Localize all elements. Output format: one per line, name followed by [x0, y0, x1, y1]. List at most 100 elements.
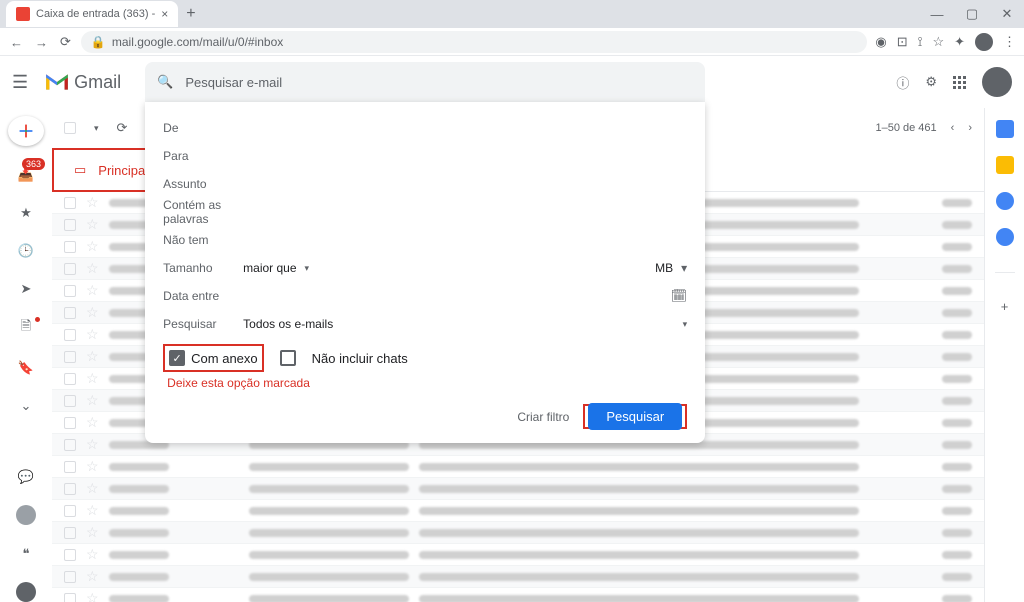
help-icon[interactable]: ⓘ — [896, 73, 909, 92]
star-icon[interactable]: ☆ — [86, 480, 99, 497]
star-icon[interactable]: ☆ — [86, 326, 99, 343]
keep-app-icon[interactable] — [996, 156, 1014, 174]
sidebar-hangouts[interactable]: ❝ — [10, 544, 42, 564]
search-in-dropdown[interactable]: Todos os e-mails — [243, 317, 333, 331]
browser-menu-icon[interactable]: ⋮ — [1003, 34, 1016, 50]
star-icon[interactable]: ☆ — [86, 436, 99, 453]
create-filter-button[interactable]: Criar filtro — [517, 410, 569, 424]
size-unit-dropdown[interactable]: MB — [655, 261, 673, 275]
back-button[interactable]: ← — [8, 33, 25, 52]
star-icon[interactable]: ☆ — [86, 304, 99, 321]
browser-tab[interactable]: Caixa de entrada (363) - × — [6, 1, 178, 27]
star-icon[interactable]: ☆ — [86, 260, 99, 277]
tasks-app-icon[interactable] — [996, 192, 1014, 210]
star-icon[interactable]: ☆ — [86, 216, 99, 233]
extensions-icon[interactable]: ✦ — [954, 34, 965, 50]
star-icon[interactable]: ☆ — [86, 524, 99, 541]
url-bar[interactable]: 🔒 mail.google.com/mail/u/0/#inbox — [81, 31, 867, 53]
row-checkbox[interactable] — [64, 373, 76, 385]
row-checkbox[interactable] — [64, 285, 76, 297]
star-icon[interactable]: ☆ — [86, 546, 99, 563]
chevron-down-icon[interactable]: ▾ — [305, 263, 310, 274]
account-avatar[interactable] — [982, 67, 1012, 97]
add-app-button[interactable]: + — [1001, 299, 1009, 314]
star-icon[interactable]: ☆ — [86, 348, 99, 365]
apps-grid-icon[interactable] — [953, 76, 966, 89]
maximize-button[interactable]: ▢ — [955, 0, 989, 28]
sidebar-chat[interactable]: 💬 — [10, 467, 42, 487]
minimize-button[interactable]: — — [920, 0, 954, 28]
extension-icon[interactable]: ⟟ — [918, 34, 923, 50]
extension-icon[interactable]: ◉ — [875, 34, 886, 50]
star-icon[interactable]: ☆ — [86, 458, 99, 475]
row-checkbox[interactable] — [64, 329, 76, 341]
mail-row[interactable]: ☆ — [52, 500, 984, 522]
star-icon[interactable]: ☆ — [86, 194, 99, 211]
search-box[interactable]: 🔍 Pesquisar e-mail — [145, 62, 705, 102]
search-button[interactable]: Pesquisar — [588, 403, 682, 430]
row-checkbox[interactable] — [64, 593, 76, 602]
chevron-down-icon[interactable]: ▾ — [683, 319, 688, 330]
compose-button[interactable] — [8, 116, 44, 146]
contacts-app-icon[interactable] — [996, 228, 1014, 246]
row-checkbox[interactable] — [64, 241, 76, 253]
search-icon[interactable]: 🔍 — [157, 74, 173, 90]
calendar-app-icon[interactable] — [996, 120, 1014, 138]
sidebar-sent[interactable]: ➤ — [10, 279, 42, 299]
star-icon[interactable]: ☆ — [86, 590, 99, 602]
sidebar-label[interactable]: 🔖 — [10, 357, 42, 377]
star-icon[interactable]: ☆ — [86, 282, 99, 299]
star-icon[interactable]: ☆ — [86, 370, 99, 387]
sidebar-inbox[interactable]: 📥 363 — [10, 164, 42, 184]
mail-row[interactable]: ☆ — [52, 566, 984, 588]
mail-row[interactable]: ☆ — [52, 522, 984, 544]
has-attachment-checkbox[interactable]: ✓ — [169, 350, 185, 366]
mail-row[interactable]: ☆ — [52, 478, 984, 500]
profile-avatar[interactable] — [975, 33, 993, 51]
star-icon[interactable]: ☆ — [86, 238, 99, 255]
mail-row[interactable]: ☆ — [52, 456, 984, 478]
sidebar-snoozed[interactable]: 🕒 — [10, 241, 42, 261]
star-icon[interactable]: ☆ — [86, 392, 99, 409]
mail-row[interactable]: ☆ — [52, 544, 984, 566]
sidebar-drafts[interactable]: 🗎 — [10, 317, 42, 339]
star-icon[interactable]: ☆ — [86, 414, 99, 431]
chevron-down-icon[interactable]: ▾ — [681, 261, 687, 275]
calendar-icon[interactable]: 🗓 — [671, 288, 688, 304]
settings-icon[interactable]: ⚙ — [925, 74, 937, 90]
row-checkbox[interactable] — [64, 505, 76, 517]
row-checkbox[interactable] — [64, 219, 76, 231]
star-icon[interactable]: ☆ — [86, 502, 99, 519]
reload-button[interactable]: ⟳ — [58, 32, 73, 52]
extension-icon[interactable]: ⊡ — [897, 34, 908, 50]
row-checkbox[interactable] — [64, 571, 76, 583]
row-checkbox[interactable] — [64, 527, 76, 539]
row-checkbox[interactable] — [64, 483, 76, 495]
row-checkbox[interactable] — [64, 307, 76, 319]
sidebar-contact[interactable] — [10, 505, 42, 525]
sidebar-contact[interactable] — [10, 582, 42, 602]
exclude-chats-checkbox[interactable] — [280, 350, 296, 366]
sidebar-starred[interactable]: ★ — [10, 203, 42, 223]
refresh-button[interactable]: ⟳ — [117, 120, 128, 136]
row-checkbox[interactable] — [64, 461, 76, 473]
sidebar-more[interactable]: ⌄ — [10, 396, 42, 416]
row-checkbox[interactable] — [64, 395, 76, 407]
row-checkbox[interactable] — [64, 263, 76, 275]
new-tab-button[interactable]: + — [178, 5, 203, 23]
row-checkbox[interactable] — [64, 439, 76, 451]
close-tab-icon[interactable]: × — [161, 7, 168, 21]
star-icon[interactable]: ☆ — [86, 568, 99, 585]
forward-button[interactable]: → — [33, 33, 50, 52]
extension-icon[interactable]: ☆ — [932, 34, 944, 50]
select-all-checkbox[interactable] — [64, 122, 76, 134]
chevron-down-icon[interactable]: ▾ — [94, 123, 99, 134]
row-checkbox[interactable] — [64, 417, 76, 429]
prev-page-button[interactable]: ‹ — [951, 122, 955, 134]
gmail-logo[interactable]: Gmail — [44, 72, 121, 93]
hamburger-menu-icon[interactable]: ☰ — [12, 72, 28, 93]
size-operator-dropdown[interactable]: maior que — [243, 261, 296, 275]
close-window-button[interactable]: ✕ — [990, 0, 1024, 28]
row-checkbox[interactable] — [64, 549, 76, 561]
row-checkbox[interactable] — [64, 197, 76, 209]
